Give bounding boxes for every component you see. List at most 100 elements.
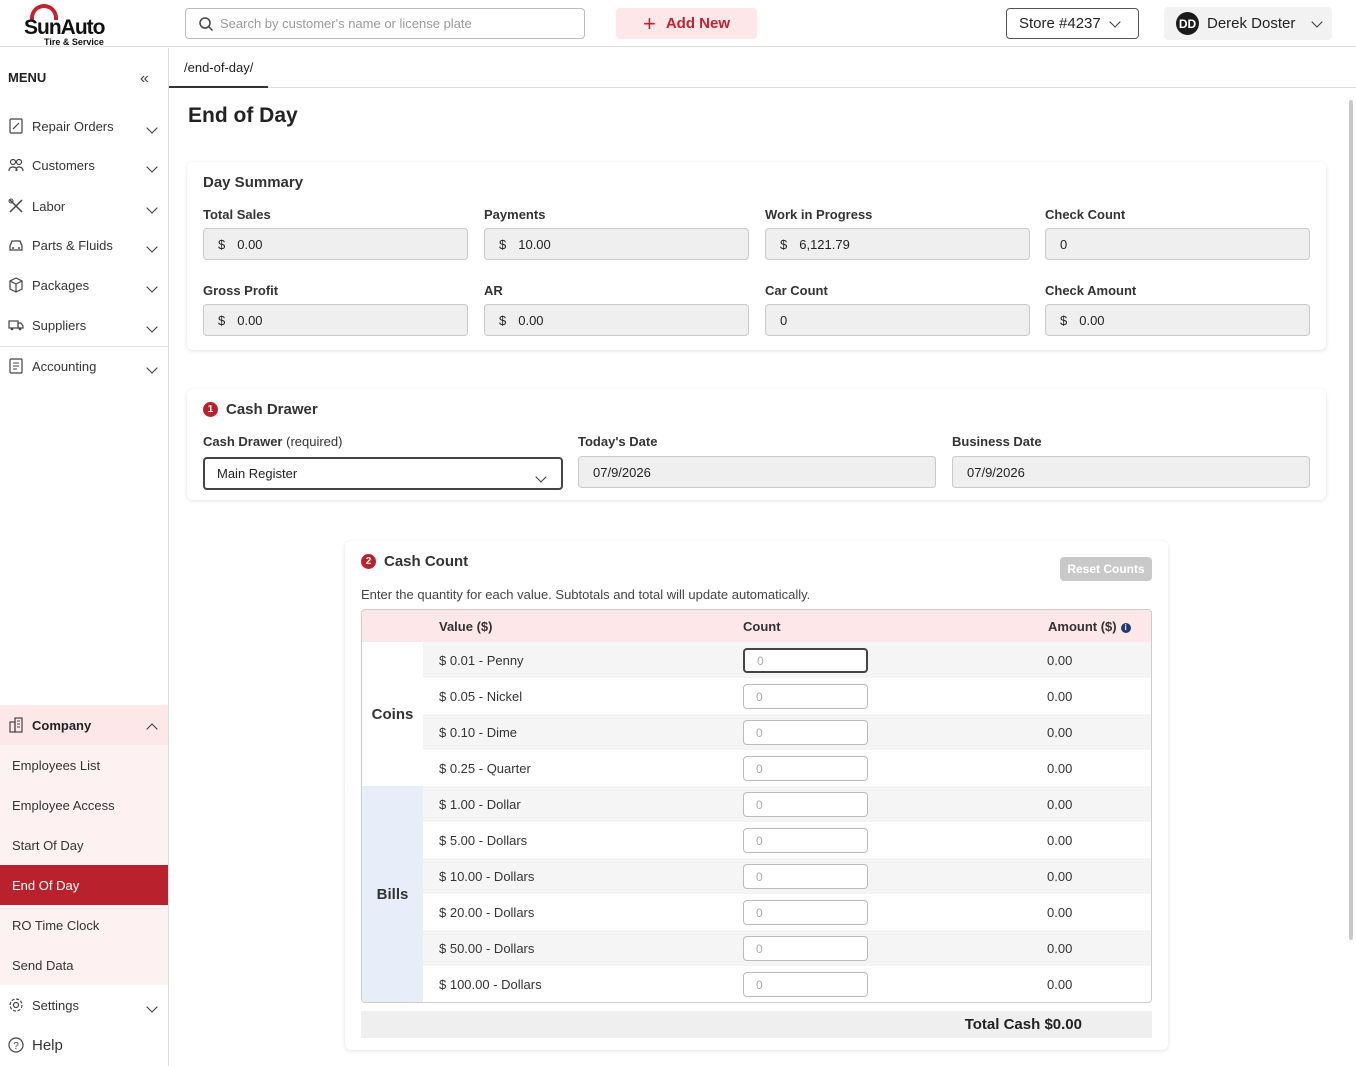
sidebar-item-accounting[interactable]: Accounting	[0, 346, 168, 386]
table-row: $ 0.10 - Dime 0.00	[423, 714, 1151, 750]
page-title: End of Day	[188, 104, 298, 127]
sidebar-item-company[interactable]: Company	[0, 705, 168, 745]
building-icon	[8, 717, 24, 733]
field-value: 0.00	[237, 312, 263, 328]
field-label: Work in Progress	[765, 207, 873, 222]
field-value: 0	[780, 312, 788, 328]
count-input[interactable]	[743, 972, 868, 997]
denomination: $ 0.10 - Dime	[439, 725, 518, 740]
sidebar-subitem-start-of-day[interactable]: Start Of Day	[0, 825, 168, 865]
total-sales-field: $0.00	[203, 228, 468, 260]
sidebar-item-settings[interactable]: Settings	[0, 985, 168, 1025]
table-row: $ 0.25 - Quarter 0.00	[423, 750, 1151, 786]
count-input[interactable]	[743, 828, 868, 853]
ledger-icon	[8, 358, 24, 374]
scrollbar[interactable]	[1346, 92, 1356, 1066]
field-label: Check Amount	[1045, 283, 1137, 298]
chevron-down-icon	[146, 281, 158, 293]
currency-symbol: $	[1060, 312, 1068, 328]
count-input[interactable]	[743, 720, 868, 745]
table-row: $ 100.00 - Dollars 0.00	[423, 966, 1151, 1002]
add-new-label: Add New	[665, 15, 731, 32]
count-input[interactable]	[743, 936, 868, 961]
sidebar-item-labor[interactable]: Labor	[0, 186, 168, 226]
store-selector[interactable]: Store #4237	[1006, 8, 1139, 39]
sidebar-subitem-employees-list[interactable]: Employees List	[0, 745, 168, 785]
logo-subtext: Tire & Service	[44, 37, 104, 47]
column-header-amount: Amount ($) i	[1048, 619, 1131, 634]
amount: 0.00	[1047, 869, 1073, 884]
denomination: $ 0.05 - Nickel	[439, 689, 523, 704]
currency-symbol: $	[499, 312, 507, 328]
add-new-button[interactable]: + Add New	[616, 8, 757, 39]
day-summary-title: Day Summary	[203, 174, 304, 191]
sidebar-subitem-ro-time-clock[interactable]: RO Time Clock	[0, 905, 168, 945]
field-label: AR	[484, 283, 503, 298]
sidebar-item-label: Help	[32, 1036, 63, 1054]
todays-date-field: 07/9/2026	[578, 456, 936, 488]
scrollbar-thumb[interactable]	[1349, 100, 1353, 940]
sunauto-logo[interactable]: SunAuto Tire & Service	[22, 4, 112, 47]
denomination: $ 100.00 - Dollars	[439, 977, 542, 992]
amount-header-text: Amount ($)	[1048, 619, 1117, 634]
svg-text:?: ?	[13, 1041, 19, 1052]
cash-count-heading: Cash Count	[384, 553, 469, 570]
business-date-label: Business Date	[952, 434, 1042, 449]
sidebar-item-help[interactable]: ? Help	[0, 1025, 168, 1065]
amount: 0.00	[1047, 977, 1073, 992]
chevron-down-icon	[146, 362, 158, 374]
check-count-field: 0	[1045, 228, 1310, 260]
info-icon[interactable]: i	[1120, 623, 1131, 633]
chevron-down-icon	[146, 1001, 158, 1013]
field-label: Check Count	[1045, 207, 1126, 222]
denomination: $ 1.00 - Dollar	[439, 797, 521, 812]
sidebar-item-parts-fluids[interactable]: Parts & Fluids	[0, 225, 168, 265]
sidebar-subitem-end-of-day[interactable]: End Of Day	[0, 865, 168, 905]
field-value: 0	[1060, 236, 1068, 252]
count-input[interactable]	[743, 756, 868, 781]
collapse-sidebar-icon[interactable]: «	[140, 70, 149, 88]
table-row: $ 10.00 - Dollars 0.00	[423, 858, 1151, 894]
sidebar-item-label: Customers	[32, 157, 95, 173]
sidebar-item-suppliers[interactable]: Suppliers	[0, 305, 168, 345]
sidebar-subitem-employee-access[interactable]: Employee Access	[0, 785, 168, 825]
column-header-value: Value ($)	[439, 619, 493, 634]
search-input[interactable]	[220, 9, 580, 38]
sidebar-item-customers[interactable]: Customers	[0, 145, 168, 185]
amount: 0.00	[1047, 761, 1073, 776]
count-input[interactable]	[743, 900, 868, 925]
denomination: $ 20.00 - Dollars	[439, 905, 535, 920]
sidebar-item-packages[interactable]: Packages	[0, 265, 168, 305]
currency-symbol: $	[218, 236, 226, 252]
sidebar-item-label: Labor	[32, 198, 66, 214]
count-input[interactable]	[743, 864, 868, 889]
chevron-down-icon	[1311, 15, 1324, 28]
field-label: Car Count	[765, 283, 828, 298]
menu-heading: MENU	[8, 70, 47, 85]
sidebar-item-label: Accounting	[32, 358, 97, 374]
todays-date-label: Today's Date	[578, 434, 658, 449]
sidebar-item-repair-orders[interactable]: Repair Orders	[0, 106, 168, 146]
count-input[interactable]	[743, 792, 868, 817]
cash-drawer-select[interactable]: Main Register	[203, 457, 563, 490]
amount: 0.00	[1047, 941, 1073, 956]
chevron-down-icon	[535, 471, 547, 483]
sidebar: MENU « Repair Orders Customers Labor Par…	[0, 48, 169, 1066]
user-menu[interactable]: DD Derek Doster	[1164, 7, 1332, 40]
tab-end-of-day[interactable]: /end-of-day/	[169, 48, 269, 88]
payments-field: $10.00	[484, 228, 749, 260]
instructions-text: Enter the quantity for each value. Subto…	[361, 587, 811, 602]
reset-counts-button[interactable]: Reset Counts	[1060, 557, 1152, 581]
users-icon	[8, 157, 24, 173]
ar-field: $0.00	[484, 304, 749, 336]
denomination: $ 10.00 - Dollars	[439, 869, 535, 884]
search-box	[185, 8, 585, 39]
truck-icon	[8, 317, 24, 333]
cash-drawer-card: 1 Cash Drawer Cash Drawer (required) Mai…	[187, 389, 1326, 500]
sidebar-subitem-send-data[interactable]: Send Data	[0, 945, 168, 985]
column-header-count: Count	[743, 619, 781, 634]
count-input[interactable]	[743, 648, 868, 673]
count-input[interactable]	[743, 684, 868, 709]
search-icon	[199, 17, 214, 32]
amount: 0.00	[1047, 833, 1073, 848]
